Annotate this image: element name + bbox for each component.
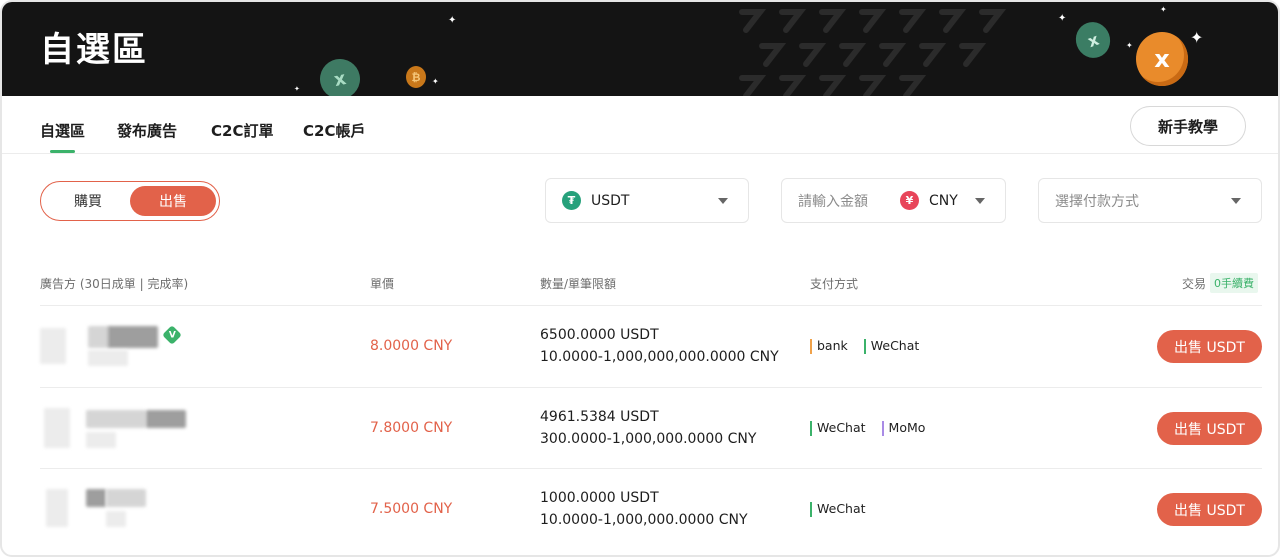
advertiser-avatar [46, 489, 68, 527]
sparkle-icon: ✦ [1160, 5, 1167, 14]
sell-usdt-button[interactable]: 出售 USDT [1157, 412, 1262, 445]
advertiser-avatar [40, 328, 66, 364]
payment-method-bank: bank [810, 338, 848, 354]
advertiser-name [88, 326, 110, 348]
column-header-trade: 交易 0手續費 [1182, 273, 1258, 293]
tutorial-button[interactable]: 新手教學 [1130, 106, 1246, 146]
unit-price: 7.8000 CNY [370, 420, 453, 436]
quantity-limit: 6500.0000 USDT 10.0000-1,000,000,000.000… [540, 324, 779, 368]
tab-post-ad[interactable]: 發布廣告 [117, 120, 177, 141]
page-title: 自選區 [40, 30, 148, 70]
payment-methods: WeChat MoMo [810, 420, 925, 436]
advertiser-avatar [44, 408, 70, 448]
column-header-payment: 支付方式 [810, 277, 859, 291]
chevron-down-icon [718, 198, 728, 204]
sparkle-icon: ✦ [1058, 13, 1067, 24]
sparkle-icon: ✦ [432, 77, 439, 86]
advertiser-stats [86, 432, 116, 448]
active-tab-indicator [50, 150, 76, 153]
table-row: 7.5000 CNY 1000.0000 USDT 10.0000-1,000,… [40, 468, 1262, 550]
order-limit: 10.0000-1,000,000,000.0000 CNY [540, 349, 779, 365]
tab-label: C2C帳戶 [303, 122, 366, 140]
tab-label: C2C訂單 [211, 122, 274, 140]
top-nav: 自選區 發布廣告 C2C訂單 C2C帳戶 新手教學 [2, 96, 1278, 154]
tab-c2c-orders[interactable]: C2C訂單 [211, 120, 273, 141]
bitcoin-coin-icon: ₿ [406, 66, 426, 88]
advertiser-stats [106, 511, 126, 527]
verified-badge-icon: V [162, 325, 182, 345]
column-header-quantity: 數量/單筆限額 [540, 277, 617, 291]
tab-watchlist[interactable]: 自選區 [40, 120, 86, 153]
green-coin-icon: ⅹ [316, 55, 364, 96]
coin-select-value: USDT [591, 192, 630, 209]
coin-select[interactable]: ₮ USDT [545, 178, 749, 223]
advertiser-name [106, 489, 146, 507]
advertiser-name [108, 326, 158, 348]
tab-label: 發布廣告 [117, 122, 178, 140]
sell-toggle-option[interactable]: 出售 [130, 186, 216, 216]
green-coin-icon: ⅹ [1070, 17, 1116, 63]
sparkle-icon: ✦ [294, 85, 300, 93]
usdt-icon: ₮ [562, 191, 581, 210]
payment-method-placeholder: 選擇付款方式 [1055, 193, 1139, 210]
payment-method-momo: MoMo [881, 420, 925, 436]
sell-usdt-button[interactable]: 出售 USDT [1157, 493, 1262, 526]
currency-select[interactable]: ¥ CNY [900, 191, 958, 210]
order-limit: 300.0000-1,000,000.0000 CNY [540, 431, 757, 447]
tab-label: 自選區 [40, 122, 86, 140]
column-header-price: 單價 [370, 277, 395, 291]
payment-methods: WeChat [810, 501, 866, 517]
available-quantity: 4961.5384 USDT [540, 409, 659, 425]
cny-icon: ¥ [900, 191, 919, 210]
advertiser-name [146, 410, 186, 428]
currency-select-value: CNY [929, 192, 958, 209]
available-quantity: 6500.0000 USDT [540, 327, 659, 343]
sparkle-icon: ✦ [448, 15, 457, 26]
quantity-limit: 1000.0000 USDT 10.0000-1,000,000.0000 CN… [540, 487, 748, 531]
trade-header-label: 交易 [1181, 276, 1206, 291]
chevron-down-icon [975, 198, 985, 204]
sell-usdt-button[interactable]: 出售 USDT [1157, 330, 1262, 363]
zero-fee-badge: 0手續費 [1210, 273, 1258, 293]
amount-input-group: 請輸入金額 ¥ CNY [781, 178, 1006, 223]
advertiser-stats [88, 350, 128, 366]
amount-input[interactable]: 請輸入金額 [798, 191, 868, 211]
available-quantity: 1000.0000 USDT [540, 490, 659, 506]
buy-toggle-option[interactable]: 購買 [45, 186, 131, 216]
buy-sell-toggle: 購買 出售 [40, 181, 220, 221]
payment-method-wechat: WeChat [810, 501, 866, 517]
sparkle-icon: ✦ [1190, 28, 1204, 47]
advertiser-name [86, 410, 146, 428]
table-row: 7.8000 CNY 4961.5384 USDT 300.0000-1,000… [40, 387, 1262, 469]
banner-pattern [739, 9, 1007, 96]
advertiser-name [86, 489, 106, 507]
payment-methods: bank WeChat [810, 338, 919, 354]
chevron-down-icon [1231, 198, 1241, 204]
payment-method-select[interactable]: 選擇付款方式 [1038, 178, 1262, 223]
tab-c2c-account[interactable]: C2C帳戶 [303, 120, 365, 141]
payment-method-wechat: WeChat [863, 338, 919, 354]
unit-price: 7.5000 CNY [370, 501, 453, 517]
sparkle-icon: ✦ [1126, 41, 1133, 50]
app-frame: 自選區 ⅹ ₿ ⅹ ⅹ ✦ ✦ ✦ ✦ ✦ ✦ ✦ 自選區 發布廣告 C2C訂單… [0, 0, 1280, 557]
table-row: V 8.0000 CNY 6500.0000 USDT 10.0000-1,00… [40, 305, 1262, 387]
banner: 自選區 ⅹ ₿ ⅹ ⅹ ✦ ✦ ✦ ✦ ✦ ✦ ✦ [2, 2, 1278, 96]
orange-coin-icon: ⅹ [1136, 32, 1188, 86]
order-limit: 10.0000-1,000,000.0000 CNY [540, 512, 748, 528]
quantity-limit: 4961.5384 USDT 300.0000-1,000,000.0000 C… [540, 406, 756, 450]
column-header-advertiser: 廣告方 (30日成單 | 完成率) [40, 277, 189, 291]
unit-price: 8.0000 CNY [370, 338, 453, 354]
payment-method-wechat: WeChat [810, 420, 866, 436]
